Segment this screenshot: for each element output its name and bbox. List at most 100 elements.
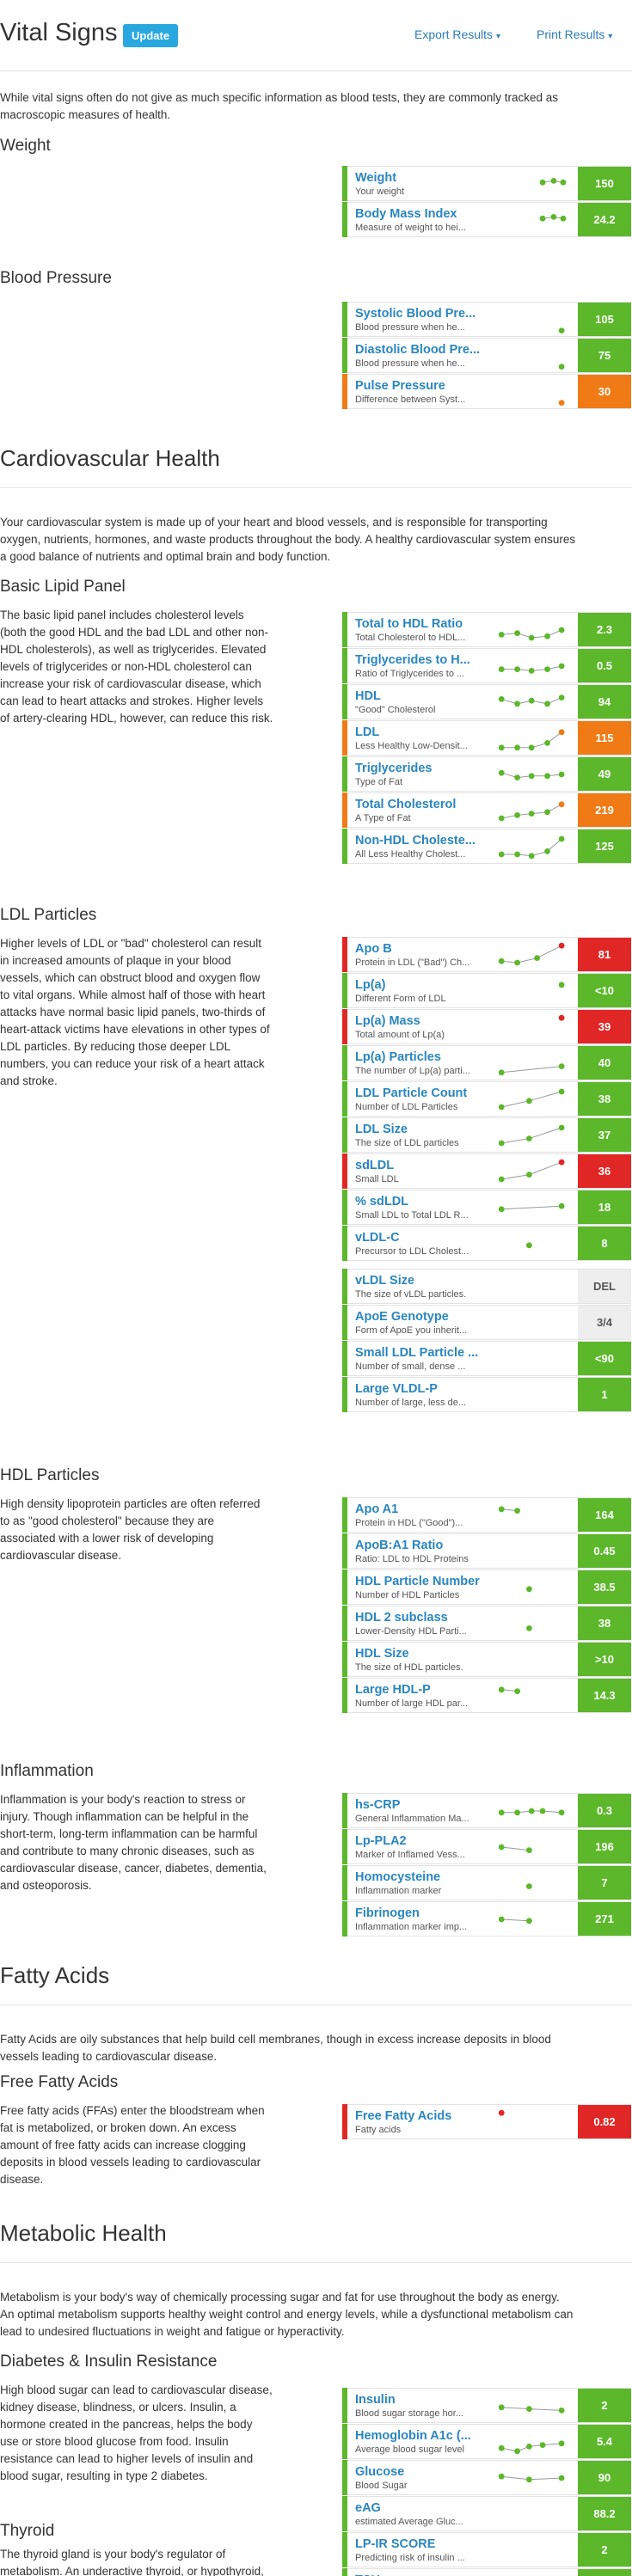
result-name[interactable]: LDL	[355, 725, 484, 739]
result-name[interactable]: HDL Particle Number	[355, 1575, 484, 1588]
result-name[interactable]: LDL Size	[355, 1123, 484, 1136]
result-name[interactable]: Weight	[355, 171, 484, 185]
result-name[interactable]: Total to HDL Ratio	[355, 617, 484, 631]
result-card[interactable]: Triglycerides to H... Ratio of Triglyceri…	[342, 648, 631, 683]
result-card[interactable]: Diastolic Blood Pre... Blood pressure whe…	[342, 338, 631, 373]
result-card[interactable]: Small LDL Particle ... Number of small, d…	[342, 1341, 631, 1376]
result-card[interactable]: Fibrinogen Inflammation marker imp... 271	[342, 1901, 631, 1937]
result-name[interactable]: % sdLDL	[355, 1195, 484, 1208]
result-name[interactable]: Insulin	[355, 2393, 484, 2407]
result-card[interactable]: Pulse Pressure Difference between Syst...…	[342, 374, 631, 409]
result-name[interactable]: HDL Size	[355, 1647, 484, 1661]
result-card[interactable]: HDL Size The size of HDL particles. >10	[342, 1642, 631, 1677]
result-name[interactable]: hs-CRP	[355, 1798, 484, 1812]
result-card[interactable]: vLDL-C Precursor to LDL Cholest... 8	[342, 1226, 631, 1261]
result-name[interactable]: Diastolic Blood Pre...	[355, 343, 484, 357]
result-card[interactable]: vLDL Size The size of vLDL particles. DEL	[342, 1269, 631, 1304]
result-name[interactable]: Free Fatty Acids	[355, 2109, 484, 2123]
result-value-badge: 8	[578, 1227, 631, 1260]
result-card[interactable]: LDL Size The size of LDL particles 37	[342, 1117, 631, 1153]
result-name[interactable]: Glucose	[355, 2465, 484, 2479]
result-card[interactable]: Non-HDL Choleste... All Less Healthy Chol…	[342, 829, 631, 864]
result-name[interactable]: HDL 2 subclass	[355, 1611, 484, 1625]
result-name[interactable]: Triglycerides to H...	[355, 653, 484, 667]
result-name[interactable]: Hemoglobin A1c (...	[355, 2429, 484, 2443]
result-card[interactable]: Free Fatty Acids Fatty acids 0.82	[342, 2104, 631, 2139]
history-sparkline	[498, 1808, 565, 1816]
result-card[interactable]: Lp(a) Mass Total amount of Lp(a) 39	[342, 1009, 631, 1044]
result-card[interactable]: Weight Your weight 150	[342, 166, 631, 201]
result-card[interactable]: TSHThyroid-Stimulating Hor...0.49	[342, 2568, 631, 2576]
result-card[interactable]: Systolic Blood Pre... Blood pressure when…	[342, 302, 631, 337]
result-card[interactable]: Glucose Blood Sugar 90	[342, 2460, 631, 2495]
sparkline-point	[544, 633, 550, 639]
result-name[interactable]: vLDL Size	[355, 1274, 484, 1288]
result-name[interactable]: eAG	[355, 2501, 484, 2515]
history-sparkline	[558, 400, 565, 406]
status-bar	[342, 166, 347, 201]
result-card[interactable]: Apo A1 Protein in HDL ("Good")... 164	[342, 1497, 631, 1533]
result-card[interactable]: Hemoglobin A1c (... Average blood sugar l…	[342, 2424, 631, 2459]
result-name[interactable]: ApoB:A1 Ratio	[355, 1539, 484, 1552]
result-name[interactable]: Large HDL-P	[355, 1683, 484, 1697]
result-value-badge: 30	[578, 375, 631, 408]
result-name[interactable]: Systolic Blood Pre...	[355, 307, 484, 321]
section-heading-inflammation: Inflammation	[0, 1762, 94, 1780]
result-name[interactable]: Lp(a) Mass	[355, 1014, 484, 1028]
result-name[interactable]: LDL Particle Count	[355, 1086, 484, 1100]
result-card[interactable]: Apo B Protein in LDL ("Bad") Ch... 81	[342, 937, 631, 972]
result-card[interactable]: HDL "Good" Cholesterol 94	[342, 684, 631, 719]
result-name[interactable]: Apo A1	[355, 1502, 484, 1516]
result-card[interactable]: HDL Particle Number Number of HDL Particl…	[342, 1569, 631, 1605]
result-card[interactable]: sdLDL Small LDL 36	[342, 1153, 631, 1189]
result-name[interactable]: Pulse Pressure	[355, 379, 484, 393]
result-card[interactable]: Total Cholesterol A Type of Fat 219	[342, 792, 631, 828]
result-card[interactable]: Triglycerides Type of Fat 49	[342, 756, 631, 792]
result-description: Blood pressure when he...	[355, 322, 465, 333]
result-name[interactable]: Lp(a)	[355, 978, 484, 992]
result-name[interactable]: vLDL-C	[355, 1231, 484, 1245]
result-card[interactable]: eAG estimated Average Gluc... 88.2	[342, 2496, 631, 2531]
result-card[interactable]: Lp-PLA2 Marker of Inflamed Vess... 196	[342, 1829, 631, 1864]
result-name[interactable]: Non-HDL Choleste...	[355, 834, 484, 847]
result-name[interactable]: Large VLDL-P	[355, 1382, 484, 1396]
result-name[interactable]: Lp(a) Particles	[355, 1050, 484, 1064]
status-bar	[342, 302, 347, 337]
result-description: The number of Lp(a) parti...	[355, 1066, 470, 1076]
result-name[interactable]: LP-IR SCORE	[355, 2537, 484, 2551]
update-button[interactable]: Update	[123, 24, 179, 47]
result-name[interactable]: ApoE Genotype	[355, 1310, 484, 1324]
history-sparkline	[498, 1506, 520, 1514]
result-name[interactable]: Fibrinogen	[355, 1906, 484, 1920]
result-card[interactable]: Lp(a) Different Form of LDL <10	[342, 973, 631, 1008]
result-name[interactable]: Body Mass Index	[355, 207, 484, 221]
result-card[interactable]: Lp(a) Particles The number of Lp(a) parti…	[342, 1045, 631, 1080]
result-description: Precursor to LDL Cholest...	[355, 1246, 469, 1257]
result-card[interactable]: Homocysteine Inflammation marker 7	[342, 1865, 631, 1900]
result-card[interactable]: Large HDL-P Number of large HDL par... 14.…	[342, 1678, 631, 1713]
result-card[interactable]: Body Mass Index Measure of weight to hei.…	[342, 202, 631, 237]
result-card[interactable]: hs-CRP General Inflammation Ma... 0.3	[342, 1793, 631, 1828]
result-card[interactable]: LP-IR SCORE Predicting risk of insulin ..…	[342, 2532, 631, 2567]
result-card[interactable]: Insulin Blood sugar storage hor... 2	[342, 2388, 631, 2423]
result-card[interactable]: LDL Particle Count Number of LDL Particle…	[342, 1081, 631, 1117]
result-name[interactable]: Total Cholesterol	[355, 798, 484, 811]
result-name[interactable]: Lp-PLA2	[355, 1834, 484, 1848]
result-card[interactable]: Total to HDL Ratio Total Cholesterol to H…	[342, 612, 631, 647]
result-name[interactable]: Triglycerides	[355, 762, 484, 775]
export-results-menu[interactable]: Export Results ▾	[414, 28, 500, 41]
status-bar	[342, 1678, 347, 1713]
result-name[interactable]: Homocysteine	[355, 1870, 484, 1884]
result-card[interactable]: LDL Less Healthy Low-Densit... 115	[342, 720, 631, 756]
result-card[interactable]: % sdLDL Small LDL to Total LDL R... 18	[342, 1190, 631, 1225]
result-card[interactable]: HDL 2 subclass Lower-Density HDL Parti...…	[342, 1606, 631, 1641]
result-card[interactable]: ApoE Genotype Form of ApoE you inherit...…	[342, 1305, 631, 1340]
result-name[interactable]: Apo B	[355, 942, 484, 956]
result-name[interactable]: sdLDL	[355, 1159, 484, 1172]
result-card[interactable]: ApoB:A1 Ratio Ratio: LDL to HDL Proteins 0…	[342, 1533, 631, 1569]
result-name[interactable]: HDL	[355, 689, 484, 703]
result-card[interactable]: Large VLDL-P Number of large, less de... 1	[342, 1377, 631, 1412]
result-name[interactable]: Small LDL Particle ...	[355, 1346, 484, 1360]
print-results-menu[interactable]: Print Results ▾	[537, 28, 612, 41]
sparkline-point	[558, 663, 565, 670]
